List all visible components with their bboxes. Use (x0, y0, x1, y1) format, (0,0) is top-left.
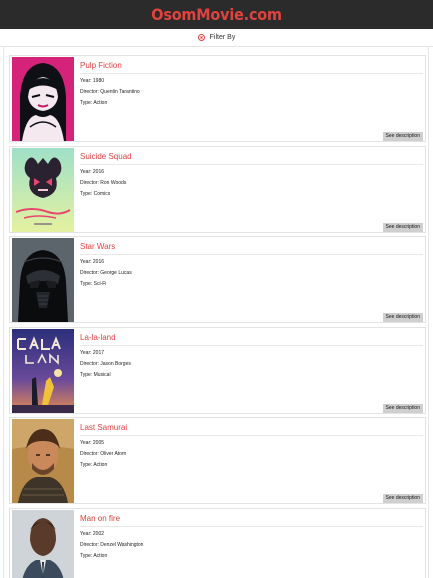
see-description-button[interactable]: See description (382, 223, 423, 232)
see-description-button[interactable]: See description (382, 132, 423, 141)
movie-poster[interactable] (12, 329, 74, 413)
movie-card: La-la-land Year: 2017 Director: Jason Bo… (9, 327, 426, 414)
see-description-button[interactable]: See description (382, 404, 423, 413)
divider (80, 73, 423, 74)
movie-poster[interactable] (12, 238, 74, 322)
movie-info: Suicide Squad Year: 2016 Director: Ron W… (80, 147, 423, 232)
movie-director: Director: Oliver Atom (80, 451, 127, 457)
divider (80, 345, 423, 346)
movie-director: Director: Quentin Tarantino (80, 89, 140, 95)
movie-director: Director: Ron Woods (80, 180, 127, 186)
see-description-button[interactable]: See description (382, 494, 423, 503)
movie-title[interactable]: Pulp Fiction (80, 61, 122, 70)
movie-type: Type: Action (80, 553, 108, 559)
app-header: OsomMovie.com (0, 0, 433, 29)
movie-type: Type: Sci-Fi (80, 281, 107, 287)
divider (80, 526, 423, 527)
movie-card: Star Wars Year: 2016 Director: George Lu… (9, 236, 426, 323)
movie-type: Type: Action (80, 100, 108, 106)
movie-year: Year: 2002 (80, 531, 105, 537)
movie-info: Man on fire Year: 2002 Director: Denzel … (80, 509, 423, 578)
movie-year: Year: 2016 (80, 259, 105, 265)
site-logo[interactable]: OsomMovie.com (151, 5, 282, 24)
movie-year: Year: 2016 (80, 169, 105, 175)
movie-title[interactable]: Last Samurai (80, 423, 127, 432)
filter-bar[interactable]: Filter By (0, 29, 433, 47)
movie-year: Year: 2017 (80, 350, 105, 356)
movie-type: Type: Musical (80, 372, 111, 378)
movie-title[interactable]: Suicide Squad (80, 152, 132, 161)
divider (80, 254, 423, 255)
movie-type: Type: Action (80, 462, 108, 468)
movie-card: Last Samurai Year: 2005 Director: Oliver… (9, 417, 426, 504)
movie-poster[interactable] (12, 419, 74, 503)
movie-list: Pulp Fiction Year: 1980 Director: Quenti… (3, 47, 429, 578)
movie-director: Director: George Lucas (80, 270, 132, 276)
movie-info: Pulp Fiction Year: 1980 Director: Quenti… (80, 56, 423, 141)
movie-year: Year: 2005 (80, 440, 105, 446)
movie-card: Suicide Squad Year: 2016 Director: Ron W… (9, 146, 426, 233)
movie-title[interactable]: Man on fire (80, 514, 120, 523)
movie-type: Type: Comics (80, 191, 111, 197)
movie-director: Director: Denzel Washington (80, 542, 144, 548)
filter-label[interactable]: Filter By (210, 34, 236, 41)
movie-title[interactable]: La-la-land (80, 333, 116, 342)
movie-poster[interactable] (12, 148, 74, 232)
movie-card: Man on fire Year: 2002 Director: Denzel … (9, 508, 426, 578)
movie-director: Director: Jason Borges (80, 361, 131, 367)
see-description-button[interactable]: See description (382, 313, 423, 322)
divider (80, 164, 423, 165)
movie-card: Pulp Fiction Year: 1980 Director: Quenti… (9, 55, 426, 142)
movie-year: Year: 1980 (80, 78, 105, 84)
movie-info: Star Wars Year: 2016 Director: George Lu… (80, 237, 423, 322)
filter-close-icon[interactable] (197, 34, 205, 41)
movie-info: La-la-land Year: 2017 Director: Jason Bo… (80, 328, 423, 413)
divider (80, 435, 423, 436)
movie-info: Last Samurai Year: 2005 Director: Oliver… (80, 418, 423, 503)
movie-poster[interactable] (12, 510, 74, 578)
movie-title[interactable]: Star Wars (80, 242, 115, 251)
movie-poster[interactable] (12, 57, 74, 141)
